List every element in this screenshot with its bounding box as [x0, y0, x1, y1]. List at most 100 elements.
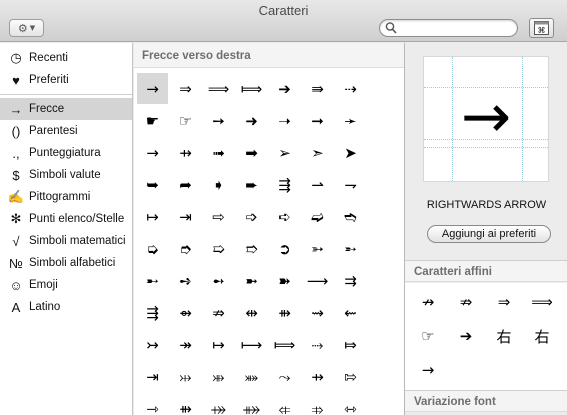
search-input[interactable]: [400, 21, 510, 35]
character-cell[interactable]: ⤁: [236, 393, 267, 415]
character-cell[interactable]: ➺: [170, 265, 201, 296]
character-cell[interactable]: ⇛: [302, 73, 333, 104]
character-cell[interactable]: ⤀: [203, 393, 234, 415]
character-cell[interactable]: ➬: [335, 201, 366, 232]
character-cell[interactable]: ➢: [269, 137, 300, 168]
character-cell[interactable]: ☞: [170, 105, 201, 136]
character-cell[interactable]: ⇒: [170, 73, 201, 104]
sidebar-item[interactable]: ☺ Emoji: [0, 274, 132, 296]
character-cell[interactable]: ⇸: [170, 137, 201, 168]
character-cell[interactable]: ⇨: [203, 201, 234, 232]
character-cell[interactable]: ➥: [137, 169, 168, 200]
character-cell[interactable]: ➼: [236, 265, 267, 296]
character-cell[interactable]: ➙: [203, 105, 234, 136]
character-cell[interactable]: ➩: [236, 201, 267, 232]
character-cell[interactable]: ➵: [335, 233, 366, 264]
related-character-cell[interactable]: ☞: [409, 323, 447, 349]
character-cell[interactable]: ⇶: [269, 169, 300, 200]
character-cell[interactable]: ⇿: [335, 393, 366, 415]
character-cell[interactable]: ➸: [137, 265, 168, 296]
character-cell[interactable]: ➞: [302, 105, 333, 136]
related-character-cell[interactable]: 右: [523, 323, 561, 349]
character-cell[interactable]: ⟹: [203, 73, 234, 104]
sidebar-item[interactable]: ✻ Punti elenco/Stelle: [0, 208, 132, 230]
character-cell[interactable]: ⤳: [269, 361, 300, 392]
character-cell[interactable]: ➔: [269, 73, 300, 104]
character-cell[interactable]: ↦: [203, 329, 234, 360]
sidebar-item[interactable]: ♥ Preferiti: [0, 69, 132, 91]
search-field[interactable]: [379, 19, 518, 37]
character-cell[interactable]: →: [137, 73, 168, 104]
character-cell[interactable]: ⇉: [335, 265, 366, 296]
character-cell[interactable]: ➛: [335, 105, 366, 136]
sidebar-item[interactable]: ◷ Recenti: [0, 47, 132, 69]
character-cell[interactable]: ⇥: [170, 201, 201, 232]
character-cell[interactable]: ⟼: [236, 329, 267, 360]
character-cell[interactable]: ☛: [137, 105, 168, 136]
character-cell[interactable]: ⇻: [269, 297, 300, 328]
character-cell[interactable]: ⇰: [335, 361, 366, 392]
related-character-cell[interactable]: ➔: [447, 323, 485, 349]
character-cell[interactable]: ⤂: [269, 393, 300, 415]
related-character-cell[interactable]: ⇏: [447, 289, 485, 315]
character-cell[interactable]: ⇾: [137, 393, 168, 415]
character-cell[interactable]: ➦: [170, 169, 201, 200]
character-cell[interactable]: ⇻: [170, 393, 201, 415]
action-menu-button[interactable]: ⚙ ▼: [9, 19, 44, 37]
character-cell[interactable]: ⇜: [335, 297, 366, 328]
character-cell[interactable]: ⇝: [302, 297, 333, 328]
character-cell[interactable]: ➻: [203, 265, 234, 296]
character-cell[interactable]: ⤕: [203, 361, 234, 392]
character-cell[interactable]: ➮: [170, 233, 201, 264]
character-cell[interactable]: ⇸: [302, 361, 333, 392]
character-cell[interactable]: ➜: [236, 105, 267, 136]
character-cell[interactable]: ⇢: [335, 73, 366, 104]
character-palette-button[interactable]: ⌘: [529, 18, 554, 38]
character-cell[interactable]: ➱: [236, 233, 267, 264]
character-cell[interactable]: ⇀: [302, 169, 333, 200]
character-cell[interactable]: ⇴: [170, 297, 201, 328]
sidebar-item[interactable]: → Frecce: [0, 98, 132, 120]
character-cell[interactable]: ⇏: [203, 297, 234, 328]
character-cell[interactable]: ⟶: [302, 265, 333, 296]
character-cell[interactable]: ⤃: [302, 393, 333, 415]
character-cell[interactable]: ⇹: [236, 297, 267, 328]
related-character-cell[interactable]: →: [409, 357, 447, 383]
character-cell[interactable]: ⤑: [302, 329, 333, 360]
sidebar-item[interactable]: № Simboli alfabetici: [0, 252, 132, 274]
character-cell[interactable]: ➡: [236, 137, 267, 168]
sidebar-item[interactable]: √ Simboli matematici: [0, 230, 132, 252]
character-cell[interactable]: ⤘: [236, 361, 267, 392]
character-cell[interactable]: ➝: [269, 105, 300, 136]
character-cell[interactable]: ⟾: [236, 73, 267, 104]
sidebar-item[interactable]: ✍ Pittogrammi: [0, 186, 132, 208]
character-cell[interactable]: ➧: [203, 169, 234, 200]
character-cell[interactable]: ➲: [269, 233, 300, 264]
character-cell[interactable]: ↠: [170, 329, 201, 360]
character-cell[interactable]: ⤔: [170, 361, 201, 392]
sidebar-item[interactable]: $ Simboli valute: [0, 164, 132, 186]
related-character-cell[interactable]: ↛: [409, 289, 447, 315]
character-cell[interactable]: ➪: [269, 201, 300, 232]
character-cell[interactable]: ➟: [203, 137, 234, 168]
character-cell[interactable]: ⇁: [335, 169, 366, 200]
character-cell[interactable]: ➳: [302, 233, 333, 264]
character-cell[interactable]: ⟾: [269, 329, 300, 360]
character-cell[interactable]: →: [137, 137, 168, 168]
character-cell[interactable]: ➽: [269, 265, 300, 296]
related-character-cell[interactable]: 右: [485, 323, 523, 349]
character-cell[interactable]: ➭: [137, 233, 168, 264]
sidebar-item[interactable]: A Latino: [0, 296, 132, 318]
character-cell[interactable]: ⇥: [137, 361, 168, 392]
character-cell[interactable]: ➤: [335, 137, 366, 168]
sidebar-item[interactable]: ., Punteggiatura: [0, 142, 132, 164]
character-cell[interactable]: ⤇: [335, 329, 366, 360]
character-cell[interactable]: ⇶: [137, 297, 168, 328]
sidebar-item[interactable]: () Parentesi: [0, 120, 132, 142]
add-to-favorites-button[interactable]: Aggiungi ai preferiti: [427, 225, 551, 243]
character-cell[interactable]: ➫: [302, 201, 333, 232]
character-cell[interactable]: ➯: [203, 233, 234, 264]
character-cell[interactable]: ➨: [236, 169, 267, 200]
related-character-cell[interactable]: ⇒: [485, 289, 523, 315]
related-character-cell[interactable]: ⟹: [523, 289, 561, 315]
